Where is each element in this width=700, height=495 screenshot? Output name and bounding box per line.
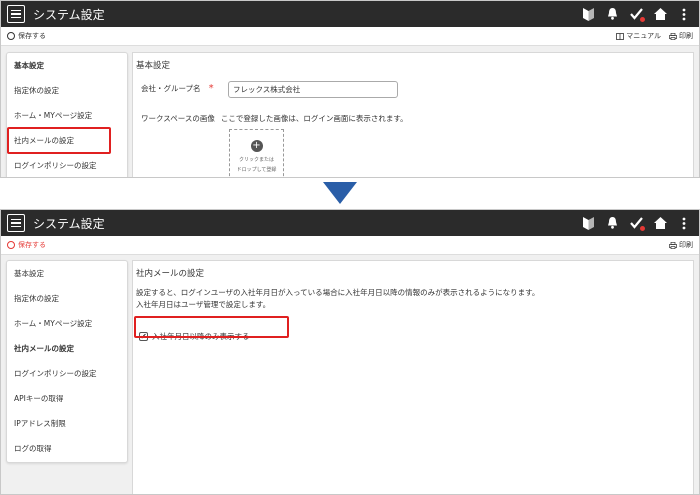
description-line-1: 設定すると、ログインユーザの入社年月日が入っている場合に入社年月日以降の情報のみ… (136, 288, 540, 297)
print-label: 印刷 (679, 241, 693, 249)
app-title: システム設定 (33, 216, 105, 231)
manual-label: マニュアル (626, 32, 661, 40)
save-button[interactable]: 保存する (7, 31, 46, 41)
beginner-mark-icon[interactable] (581, 216, 595, 230)
toolbar: 保存する マニュアル 印刷 (1, 27, 699, 46)
sidebar-item-login-policy[interactable]: ログインポリシーの設定 (7, 153, 127, 177)
checkmark-icon: ✔ (140, 331, 147, 341)
check-icon[interactable] (629, 216, 645, 231)
printer-icon (669, 241, 677, 249)
home-icon[interactable] (653, 216, 667, 230)
plus-icon: + (250, 140, 263, 152)
more-vertical-icon[interactable] (677, 216, 691, 230)
save-button[interactable]: 保存する (7, 240, 46, 250)
image-drop-zone[interactable]: + クリックまたは ドロップして登録 (229, 129, 284, 177)
sidebar-item-ip-restriction[interactable]: IPアドレス制限 (7, 411, 127, 436)
sidebar-item-holiday[interactable]: 指定休の設定 (7, 78, 127, 103)
circle-icon (7, 32, 15, 40)
bell-icon[interactable] (605, 7, 619, 21)
sidebar-item-basic[interactable]: 基本設定 (7, 261, 127, 286)
notification-dot (640, 17, 645, 22)
show-after-hire-date-option[interactable]: ✔ 入社年月日以降のみ表示する (139, 331, 250, 342)
sidebar-item-log[interactable]: ログの取得 (7, 436, 127, 461)
screenshot-root: システム設定 保存する マニュアル 印刷 基本設定 指定休の設定 ホーム・MYペ… (0, 0, 700, 495)
book-icon (616, 32, 625, 40)
top-screen: システム設定 保存する マニュアル 印刷 基本設定 指定休の設定 ホーム・MYペ… (0, 0, 700, 178)
check-icon[interactable] (629, 7, 645, 22)
manual-button[interactable]: マニュアル (616, 31, 661, 41)
print-button[interactable]: 印刷 (669, 31, 693, 41)
print-label: 印刷 (679, 32, 693, 40)
sidebar-item-api-key[interactable]: APIキーの取得 (7, 386, 127, 411)
sidebar-item-internal-mail[interactable]: 社内メールの設定 (7, 128, 127, 153)
app-title: システム設定 (33, 7, 105, 22)
sidebar-item-home-mypage[interactable]: ホーム・MYページ設定 (7, 311, 127, 336)
workspace-image-note: ここで登録した画像は、ログイン画面に表示されます。 (220, 114, 408, 123)
drop-hint-2: ドロップして登録 (236, 167, 277, 173)
section-title: 基本設定 (136, 61, 171, 71)
sidebar-item-home-mypage[interactable]: ホーム・MYページ設定 (7, 103, 127, 128)
sidebar-item-internal-mail[interactable]: 社内メールの設定 (7, 336, 127, 361)
workspace-image-label: ワークスペースの画像 (141, 114, 215, 123)
save-label: 保存する (18, 32, 46, 40)
down-arrow-icon (323, 182, 357, 204)
sidebar-item-holiday[interactable]: 指定休の設定 (7, 286, 127, 311)
hamburger-menu-icon[interactable] (7, 5, 25, 23)
required-mark: * (208, 83, 214, 94)
sidebar-item-basic[interactable]: 基本設定 (7, 53, 127, 78)
printer-icon (669, 32, 677, 40)
settings-content: 基本設定 会社・グループ名 * フレックス株式会社 ワークスペースの画像 ここで… (132, 52, 694, 177)
description-line-2: 入社年月日はユーザ管理で設定します。 (136, 300, 271, 309)
hamburger-menu-icon[interactable] (7, 214, 25, 232)
notification-dot (640, 226, 645, 231)
checkbox-label: 入社年月日以降のみ表示する (152, 332, 250, 341)
sidebar-item-login-policy[interactable]: ログインポリシーの設定 (7, 361, 127, 386)
save-label: 保存する (18, 241, 46, 249)
checkbox[interactable]: ✔ (139, 332, 148, 341)
company-label: 会社・グループ名 (141, 84, 201, 93)
title-bar: システム設定 (1, 1, 699, 27)
home-icon[interactable] (653, 7, 667, 21)
title-bar: システム設定 (1, 210, 699, 236)
bell-icon[interactable] (605, 216, 619, 230)
more-vertical-icon[interactable] (677, 7, 691, 21)
print-button[interactable]: 印刷 (669, 240, 693, 250)
settings-sidebar: 基本設定 指定休の設定 ホーム・MYページ設定 社内メールの設定 ログインポリシ… (6, 260, 128, 463)
settings-content: 社内メールの設定 設定すると、ログインユーザの入社年月日が入っている場合に入社年… (132, 260, 694, 494)
settings-sidebar: 基本設定 指定休の設定 ホーム・MYページ設定 社内メールの設定 ログインポリシ… (6, 52, 128, 177)
circle-icon (7, 241, 15, 249)
bottom-screen: システム設定 保存する 印刷 基本設定 指定休の設定 ホーム・MYページ設定 社… (0, 209, 700, 495)
company-name-input[interactable]: フレックス株式会社 (228, 81, 398, 98)
beginner-mark-icon[interactable] (581, 7, 595, 21)
drop-hint-1: クリックまたは (238, 157, 274, 163)
section-title: 社内メールの設定 (136, 269, 205, 279)
toolbar: 保存する 印刷 (1, 236, 699, 255)
